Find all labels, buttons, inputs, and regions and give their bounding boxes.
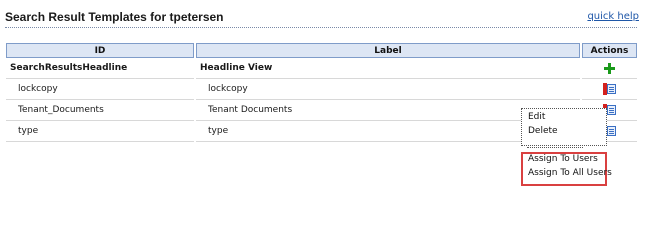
row-id: Tenant_Documents (6, 100, 194, 121)
row-id: lockcopy (6, 79, 194, 100)
quick-help-link[interactable]: quick help (587, 11, 639, 22)
menu-item-assign-to-all-users[interactable]: Assign To All Users (528, 168, 612, 178)
column-header-id[interactable]: ID (6, 43, 194, 58)
menu-item-assign-to-users[interactable]: Assign To Users (528, 154, 598, 164)
actions-menu-icon[interactable] (602, 83, 617, 95)
add-icon[interactable] (604, 62, 615, 74)
table-row: SearchResultsHeadline Headline View (6, 58, 637, 79)
menu-item-delete[interactable]: Delete (528, 126, 558, 136)
row-label: lockcopy (196, 79, 580, 100)
table-header-row: ID Label Actions (6, 43, 637, 58)
title-divider (5, 27, 637, 28)
row-context-menu: Edit Delete Assign To Users Assign To Al… (521, 108, 612, 186)
row-actions (582, 79, 637, 100)
row-id: SearchResultsHeadline (6, 58, 194, 79)
page-title: Search Result Templates for tpetersen (5, 10, 224, 24)
row-id: type (6, 121, 194, 142)
column-header-label[interactable]: Label (196, 43, 580, 58)
table-row: lockcopy lockcopy (6, 79, 637, 100)
row-label: Headline View (196, 58, 580, 79)
menu-separator (527, 147, 583, 148)
column-header-actions: Actions (582, 43, 637, 58)
row-actions (582, 58, 637, 79)
menu-item-edit[interactable]: Edit (528, 112, 545, 122)
